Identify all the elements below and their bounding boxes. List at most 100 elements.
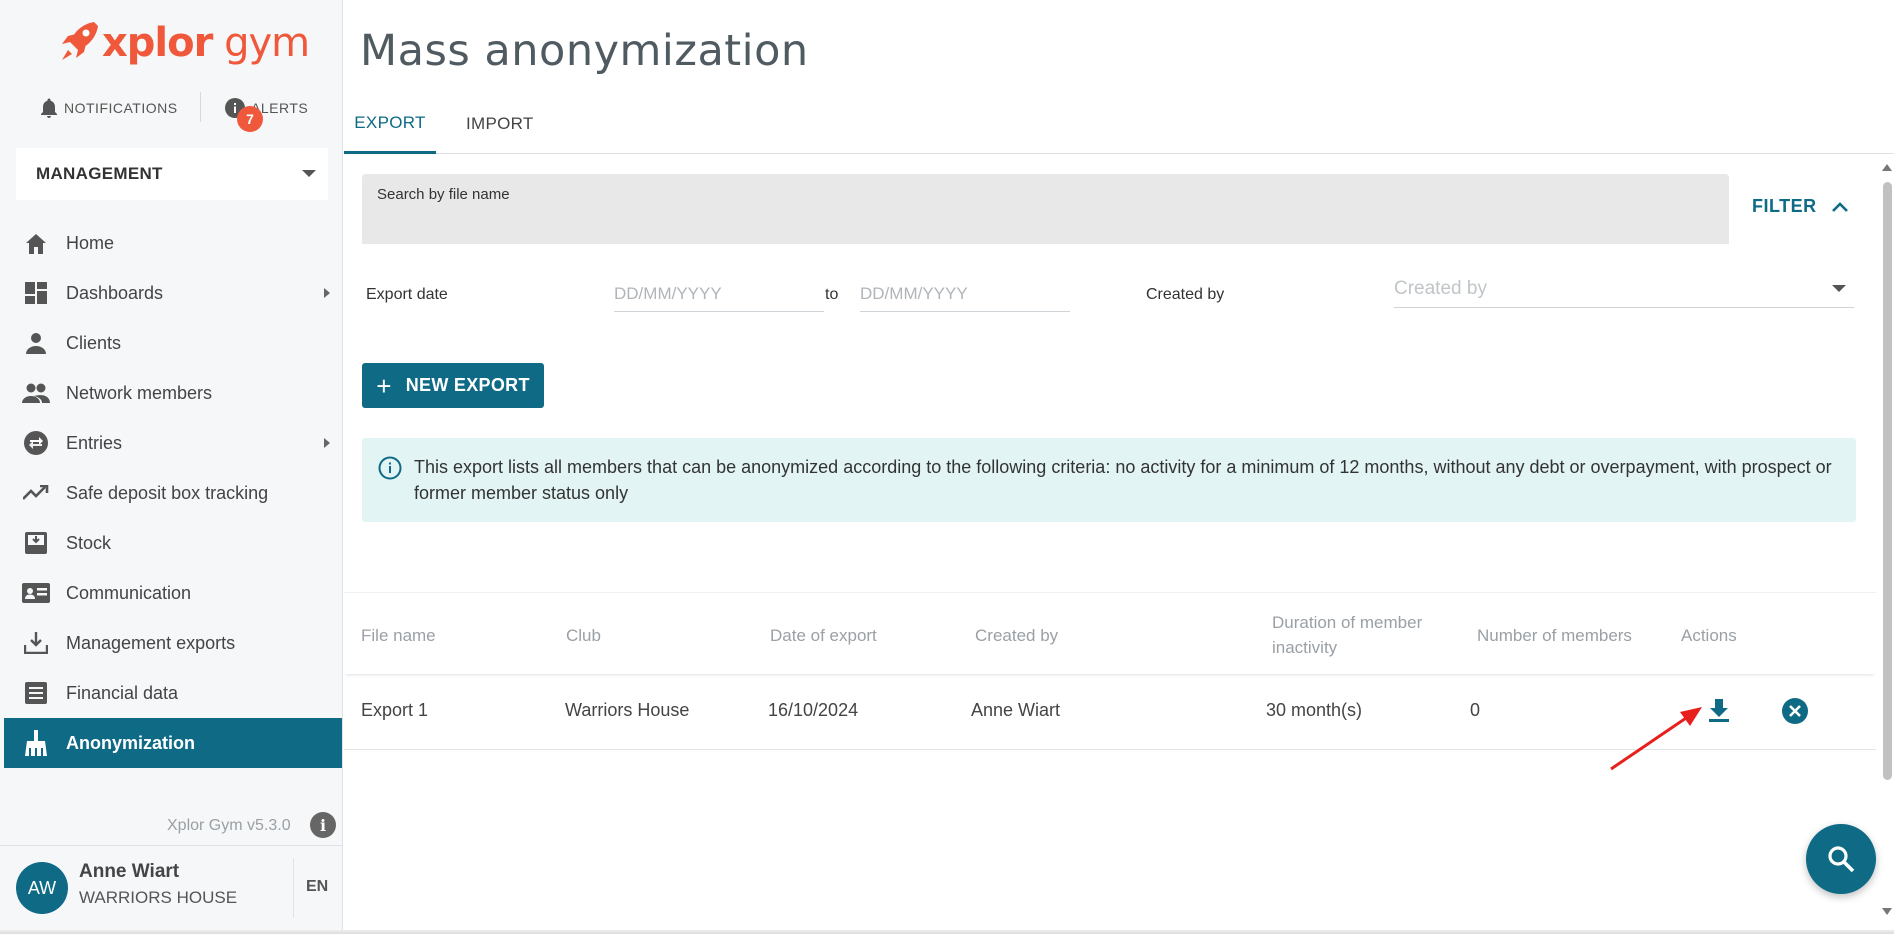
filter-label: FILTER [1752, 196, 1817, 216]
sidebar-item-label: Communication [66, 582, 192, 603]
sidebar-item-communication[interactable]: Communication [4, 568, 342, 618]
plus-icon: + [376, 370, 392, 401]
cell-file-name: Export 1 [361, 700, 429, 720]
swap-icon [22, 429, 50, 457]
scroll-down-arrow-icon[interactable] [1882, 908, 1892, 915]
inbox-icon [22, 529, 50, 557]
dashboard-icon [22, 279, 50, 307]
sidebar-item-label: Clients [66, 332, 122, 353]
alerts-count-badge: 7 [237, 106, 263, 132]
user-club: WARRIORS HOUSE [79, 888, 238, 907]
download-tray-icon [22, 629, 50, 657]
app-version: Xplor Gym v5.3.0 [167, 817, 291, 834]
info-outline-icon [378, 456, 402, 480]
list-doc-icon [22, 679, 50, 707]
cell-duration: 30 month(s) [1266, 700, 1363, 720]
info-banner: This export lists all members that can b… [362, 438, 1856, 522]
user-profile[interactable]: AW Anne Wiart WARRIORS HOUSE EN [0, 845, 343, 934]
created-by-select[interactable]: Created by [1394, 270, 1854, 308]
sidebar-item-entries[interactable]: Entries [4, 418, 342, 468]
col-number-of-members[interactable]: Number of members [1477, 623, 1632, 648]
sidebar-item-stock[interactable]: Stock [4, 518, 342, 568]
notifications-button[interactable]: NOTIFICATIONS [40, 98, 178, 118]
submenu-arrow-icon [324, 438, 330, 448]
sidebar-item-home[interactable]: Home [4, 218, 342, 268]
created-by-label: Created by [1146, 286, 1225, 303]
rocket-logo-icon [60, 20, 100, 66]
col-file-name[interactable]: File name [361, 623, 436, 648]
sidebar-item-anonymization[interactable]: Anonymization [4, 718, 342, 768]
cell-created-by: Anne Wiart [971, 700, 1061, 720]
logo-text-xplor: xplor [102, 20, 213, 66]
sidebar-item-label: Stock [66, 532, 112, 553]
person-icon [22, 329, 50, 357]
userbar-divider [293, 858, 294, 918]
info-message: This export lists all members that can b… [414, 457, 1832, 503]
caret-down-icon [1832, 285, 1846, 292]
sidebar-nav: Home Dashboards Clients Network members … [4, 218, 342, 768]
sidebar: xplor gym NOTIFICATIONS ALERTS 7 MANAGEM… [0, 0, 343, 934]
col-club[interactable]: Club [566, 623, 601, 648]
col-created-by[interactable]: Created by [975, 623, 1058, 648]
notifications-label: NOTIFICATIONS [64, 100, 178, 116]
tab-import[interactable]: IMPORT [454, 94, 546, 154]
search-field[interactable]: Search by file name [362, 174, 1729, 244]
table-header: File name Club Date of export Created by… [344, 592, 1876, 674]
window-bottom-edge [0, 930, 1894, 934]
tab-bar: EXPORT IMPORT [344, 94, 1894, 154]
section-select[interactable]: MANAGEMENT [16, 148, 328, 200]
new-export-label: NEW EXPORT [405, 375, 530, 395]
search-fab-button[interactable] [1806, 824, 1876, 894]
avatar[interactable]: AW [16, 862, 68, 914]
sidebar-item-label: Management exports [66, 632, 236, 653]
date-to-placeholder: DD/MM/YYYY [860, 283, 968, 303]
app-logo[interactable]: xplor gym [60, 18, 310, 68]
tab-export[interactable]: EXPORT [344, 94, 436, 154]
sidebar-item-network-members[interactable]: Network members [4, 368, 342, 418]
sidebar-item-label: Anonymization [66, 732, 195, 753]
date-from-field[interactable]: DD/MM/YYYY [614, 276, 824, 312]
sidebar-item-safe-deposit-box-tracking[interactable]: Safe deposit box tracking [4, 468, 342, 518]
cell-date-of-export: 16/10/2024 [768, 700, 859, 720]
section-select-value: MANAGEMENT [36, 164, 163, 183]
search-input[interactable] [377, 208, 1707, 236]
new-export-button[interactable]: + NEW EXPORT [362, 363, 544, 408]
table-row[interactable]: Export 1 Warriors House 16/10/2024 Anne … [344, 674, 1876, 750]
broom-icon [22, 729, 50, 757]
export-date-label: Export date [366, 286, 448, 303]
col-date-of-export[interactable]: Date of export [770, 623, 877, 648]
trend-icon [22, 479, 50, 507]
logo-text-gym: gym [212, 20, 310, 66]
sidebar-item-label: Entries [66, 432, 123, 453]
language-switch[interactable]: EN [306, 878, 328, 896]
chevron-up-icon [1831, 201, 1848, 212]
version-info-icon[interactable]: i [310, 812, 336, 838]
topbar-divider [200, 92, 201, 122]
sidebar-item-dashboards[interactable]: Dashboards [4, 268, 342, 318]
home-icon [22, 229, 50, 257]
sidebar-item-label: Home [66, 232, 115, 253]
scroll-up-arrow-icon[interactable] [1882, 164, 1892, 171]
people-icon [22, 379, 50, 407]
sidebar-item-clients[interactable]: Clients [4, 318, 342, 368]
download-icon[interactable] [1702, 694, 1736, 728]
col-duration[interactable]: Duration of member inactivity [1272, 610, 1462, 660]
cell-number-of-members: 0 [1470, 700, 1481, 720]
page-title: Mass anonymization [360, 26, 809, 76]
scrollbar-thumb[interactable] [1883, 182, 1892, 780]
date-to-field[interactable]: DD/MM/YYYY [860, 276, 1070, 312]
sidebar-item-label: Safe deposit box tracking [66, 482, 269, 503]
search-icon [1828, 846, 1855, 873]
contact-card-icon [22, 579, 50, 607]
user-name: Anne Wiart [79, 861, 180, 882]
caret-down-icon [302, 170, 316, 177]
exports-table: File name Club Date of export Created by… [344, 592, 1876, 750]
sidebar-item-financial-data[interactable]: Financial data [4, 668, 342, 718]
submenu-arrow-icon [324, 288, 330, 298]
sidebar-item-management-exports[interactable]: Management exports [4, 618, 342, 668]
main-content: Mass anonymization EXPORT IMPORT Search … [344, 0, 1894, 934]
delete-icon[interactable] [1780, 696, 1810, 726]
bell-icon [41, 98, 57, 118]
sidebar-item-label: Dashboards [66, 282, 164, 303]
filter-toggle-button[interactable]: FILTER [1752, 196, 1849, 217]
